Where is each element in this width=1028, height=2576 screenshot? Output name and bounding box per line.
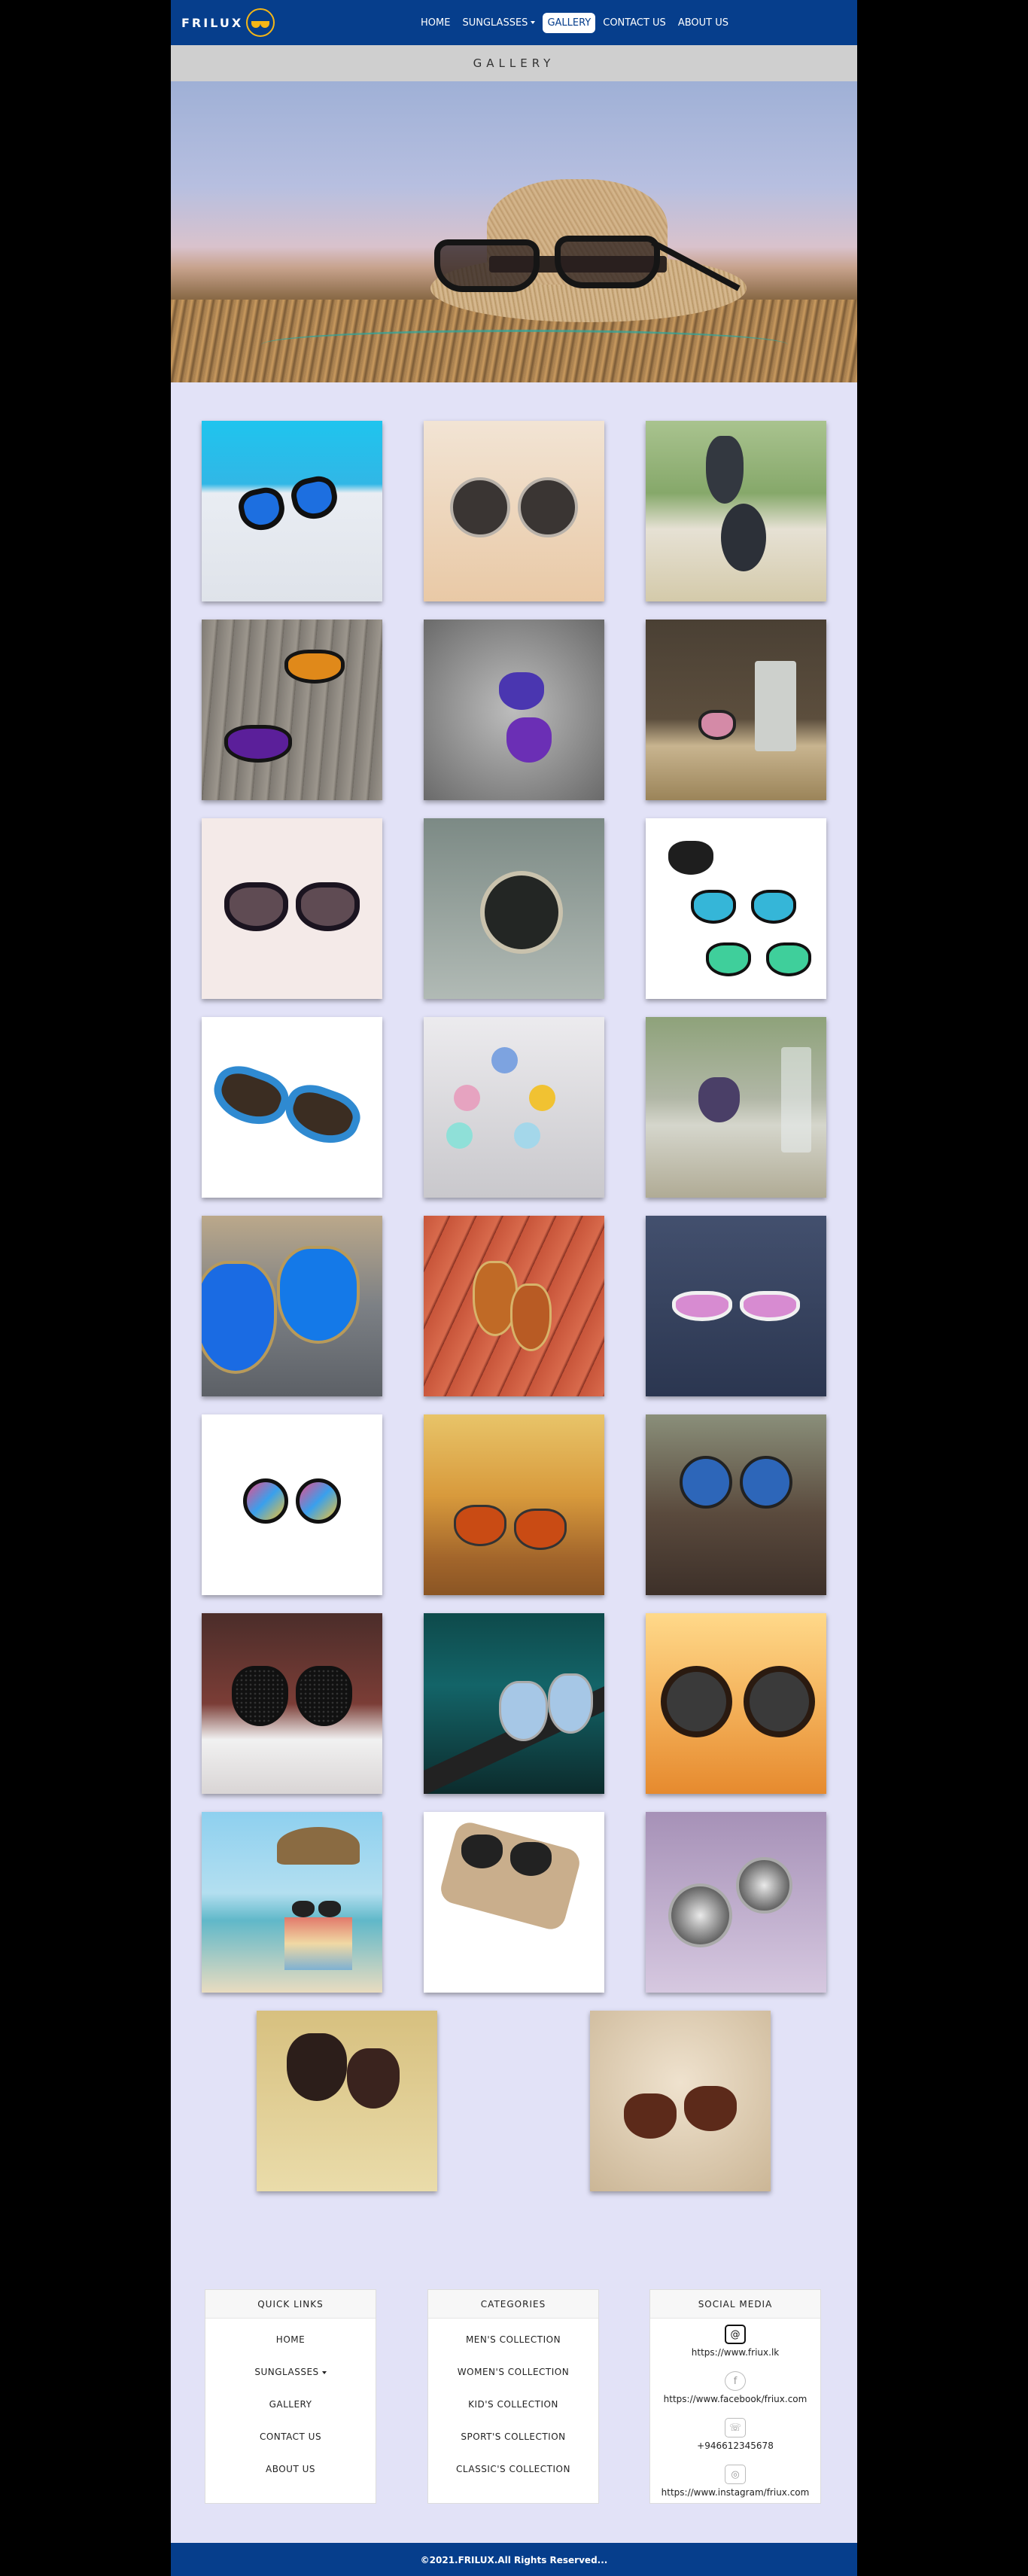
gallery-image[interactable] — [424, 1017, 604, 1198]
caret-down-icon — [321, 2370, 327, 2374]
social-phone[interactable]: ☏ +946612345678 — [650, 2418, 820, 2465]
web-icon: @ — [725, 2325, 746, 2344]
gallery-image[interactable] — [646, 1613, 826, 1794]
gallery-image[interactable] — [202, 421, 382, 601]
nav-gallery[interactable]: GALLERY — [543, 12, 596, 33]
quick-links-card: QUICK LINKS HOME SUNGLASSES GALLERY CONT… — [205, 2289, 376, 2504]
categories-title: CATEGORIES — [428, 2290, 598, 2319]
category-kids[interactable]: KID'S COLLECTION — [428, 2389, 598, 2421]
footer-link-gallery[interactable]: GALLERY — [205, 2389, 376, 2421]
social-list: @ https://www.friux.lk f https://www.fac… — [650, 2319, 820, 2511]
brand-name: FRILUX — [181, 15, 244, 30]
footer-link-home[interactable]: HOME — [205, 2324, 376, 2356]
nav-contact-us[interactable]: CONTACT US — [598, 13, 671, 33]
brand-logo[interactable]: FRILUX — [181, 8, 275, 37]
gallery-image[interactable] — [646, 620, 826, 800]
gallery-image[interactable] — [424, 1216, 604, 1396]
social-facebook-text: https://www.facebook/friux.com — [663, 2394, 807, 2404]
gallery-image[interactable] — [424, 421, 604, 601]
gallery-image[interactable] — [424, 1414, 604, 1595]
footer-link-sunglasses-label: SUNGLASSES — [254, 2367, 319, 2377]
nav-sunglasses[interactable]: SUNGLASSES — [458, 13, 540, 33]
page: FRILUX HOME SUNGLASSES GALLERY CONTACT U… — [171, 0, 857, 2576]
gallery-image[interactable] — [424, 818, 604, 999]
social-media-card: SOCIAL MEDIA @ https://www.friux.lk f ht… — [649, 2289, 821, 2504]
categories-list: MEN'S COLLECTION WOMEN'S COLLECTION KID'… — [428, 2319, 598, 2486]
page-title: GALLERY — [473, 56, 555, 70]
gallery-image[interactable] — [202, 1216, 382, 1396]
gallery-image[interactable] — [646, 1216, 826, 1396]
quick-links-title: QUICK LINKS — [205, 2290, 376, 2319]
social-web-text: https://www.friux.lk — [691, 2347, 780, 2358]
copyright-text: ©2021.FRILUX.All Rights Reserved... — [420, 2555, 608, 2565]
footer-link-contact-us[interactable]: CONTACT US — [205, 2421, 376, 2453]
gallery-image[interactable] — [646, 1017, 826, 1198]
category-sports[interactable]: SPORT'S COLLECTION — [428, 2421, 598, 2453]
category-mens[interactable]: MEN'S COLLECTION — [428, 2324, 598, 2356]
category-womens[interactable]: WOMEN'S COLLECTION — [428, 2356, 598, 2389]
navbar: FRILUX HOME SUNGLASSES GALLERY CONTACT U… — [171, 0, 857, 45]
social-instagram-text: https://www.instagram/friux.com — [661, 2487, 810, 2498]
instagram-icon: ◎ — [725, 2465, 746, 2484]
gallery-image[interactable] — [646, 421, 826, 601]
gallery-image[interactable] — [646, 1414, 826, 1595]
gallery-image[interactable] — [590, 2011, 771, 2191]
page-title-bar: GALLERY — [171, 45, 857, 81]
hero-image — [171, 81, 857, 382]
sunglasses-logo-icon — [246, 8, 275, 37]
copyright-bar: ©2021.FRILUX.All Rights Reserved... — [171, 2543, 857, 2576]
gallery-image[interactable] — [202, 620, 382, 800]
facebook-icon: f — [725, 2371, 746, 2391]
social-phone-text: +946612345678 — [697, 2441, 774, 2451]
social-instagram[interactable]: ◎ https://www.instagram/friux.com — [650, 2465, 820, 2511]
gallery-image[interactable] — [202, 1812, 382, 1993]
nav-about-us[interactable]: ABOUT US — [674, 13, 733, 33]
footer-link-sunglasses[interactable]: SUNGLASSES — [205, 2356, 376, 2389]
nav-home[interactable]: HOME — [416, 13, 455, 33]
quick-links-list: HOME SUNGLASSES GALLERY CONTACT US ABOUT… — [205, 2319, 376, 2486]
nav-menu: HOME SUNGLASSES GALLERY CONTACT US ABOUT… — [416, 11, 736, 34]
caret-down-icon — [531, 21, 536, 24]
gallery-image[interactable] — [202, 818, 382, 999]
social-facebook[interactable]: f https://www.facebook/friux.com — [650, 2371, 820, 2418]
gallery-image[interactable] — [257, 2011, 437, 2191]
footer-link-about-us[interactable]: ABOUT US — [205, 2453, 376, 2486]
phone-icon: ☏ — [725, 2418, 746, 2437]
gallery-image[interactable] — [202, 1414, 382, 1595]
gallery-image[interactable] — [646, 1812, 826, 1993]
gallery-image[interactable] — [202, 1613, 382, 1794]
social-media-title: SOCIAL MEDIA — [650, 2290, 820, 2319]
gallery-image[interactable] — [646, 818, 826, 999]
category-classics[interactable]: CLASSIC'S COLLECTION — [428, 2453, 598, 2486]
gallery-image[interactable] — [202, 1017, 382, 1198]
gallery-image[interactable] — [424, 1613, 604, 1794]
nav-sunglasses-label: SUNGLASSES — [462, 17, 528, 29]
gallery-image[interactable] — [424, 1812, 604, 1993]
social-web[interactable]: @ https://www.friux.lk — [650, 2325, 820, 2371]
gallery-image[interactable] — [424, 620, 604, 800]
categories-card: CATEGORIES MEN'S COLLECTION WOMEN'S COLL… — [427, 2289, 599, 2504]
